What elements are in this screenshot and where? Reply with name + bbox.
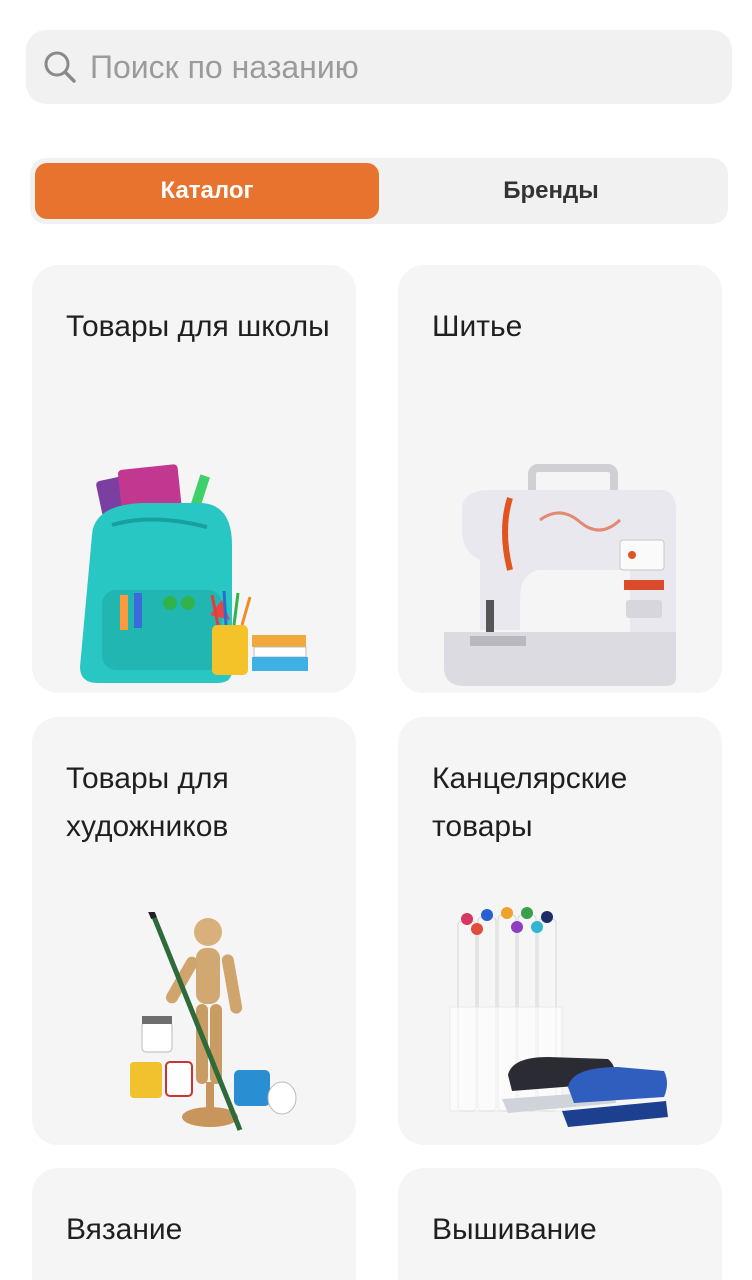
backpack-image	[80, 464, 308, 683]
category-title: Вязание	[66, 1213, 183, 1246]
category-card-knitting[interactable]: Вязание	[32, 1168, 356, 1280]
search-input[interactable]	[90, 48, 732, 86]
category-card-stationery[interactable]: Канцелярские товары	[398, 717, 722, 1145]
markers-stapler-image	[449, 907, 668, 1127]
category-title: Товары для школы	[66, 310, 330, 343]
category-title: Канцелярские товары	[432, 762, 628, 843]
category-card-embroidery[interactable]: Вышивание	[398, 1168, 722, 1280]
sewing-machine-image	[444, 464, 676, 686]
search-icon	[44, 51, 76, 83]
category-card-sewing[interactable]: Шитье	[398, 265, 722, 693]
category-title: Вышивание	[432, 1213, 597, 1246]
category-card-school[interactable]: Товары для школы	[32, 265, 356, 693]
category-title: Шитье	[432, 310, 523, 343]
art-supplies-image	[130, 912, 297, 1131]
search-bar[interactable]	[26, 30, 732, 104]
catalog-brands-switch: Каталог Бренды	[30, 158, 728, 224]
tab-brands[interactable]: Бренды	[379, 163, 723, 219]
category-card-artists[interactable]: Товары для художников	[32, 717, 356, 1145]
tab-catalog[interactable]: Каталог	[35, 163, 379, 219]
category-title: Товары для художников	[66, 762, 229, 843]
